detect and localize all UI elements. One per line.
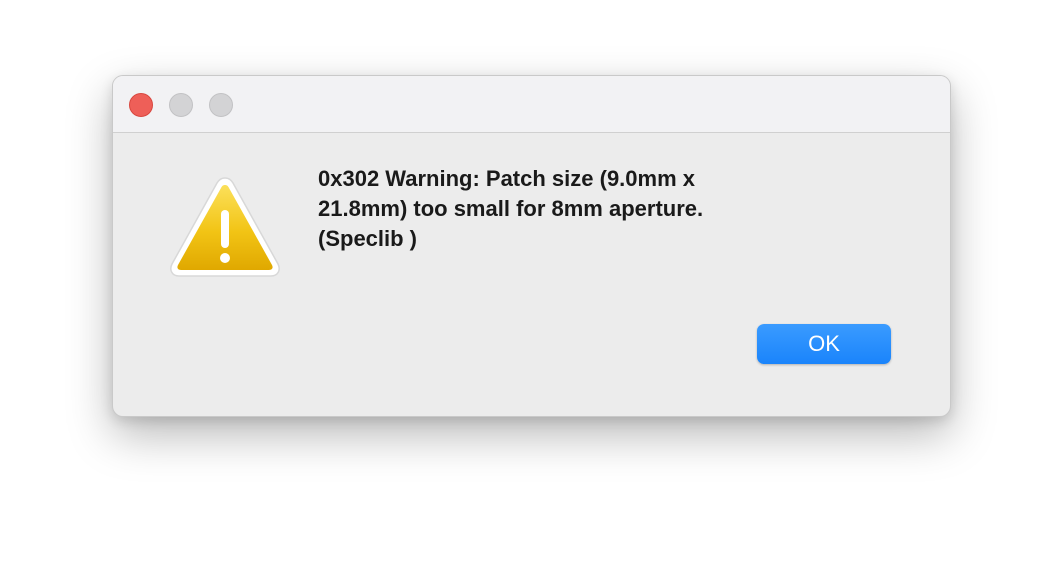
close-window-button[interactable]: [129, 93, 153, 117]
zoom-window-button[interactable]: [209, 93, 233, 117]
alert-dialog: 0x302 Warning: Patch size (9.0mm x 21.8m…: [112, 75, 951, 417]
title-bar: [113, 76, 950, 133]
ok-button[interactable]: OK: [757, 324, 891, 364]
alert-message: 0x302 Warning: Patch size (9.0mm x 21.8m…: [318, 166, 704, 251]
minimize-window-button[interactable]: [169, 93, 193, 117]
warning-triangle-icon: [170, 177, 280, 277]
